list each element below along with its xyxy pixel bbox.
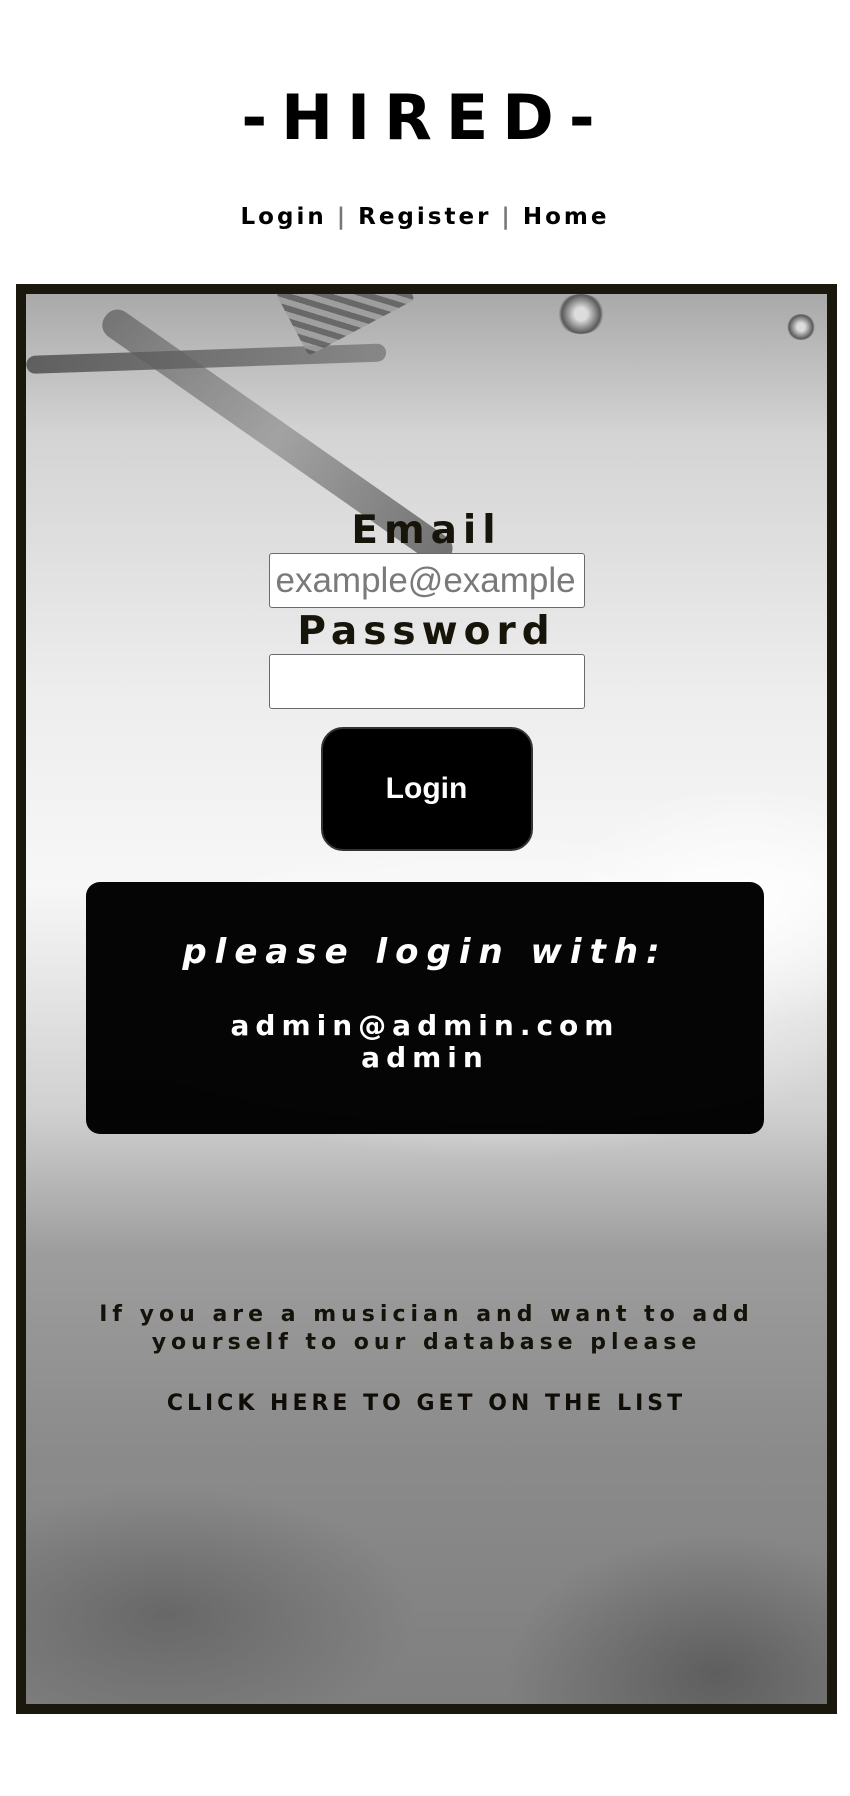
login-form: Email Password Login [26, 509, 827, 851]
password-label: Password [297, 609, 556, 654]
musician-invite-text: If you are a musician and want to add yo… [99, 1302, 754, 1355]
password-field[interactable] [268, 654, 585, 709]
email-field[interactable] [268, 553, 585, 608]
nav-home-link[interactable]: Home [523, 204, 610, 230]
credentials-hint-heading: please login with: [182, 932, 668, 972]
credentials-hint-email: admin@admin.com [230, 1009, 620, 1042]
background-light [556, 294, 606, 334]
nav-login-link[interactable]: Login [241, 204, 327, 230]
get-on-list-link[interactable]: CLICK HERE TO GET ON THE LIST [26, 1391, 827, 1416]
nav-separator: | [336, 204, 349, 230]
login-panel: Email Password Login please login with: … [16, 284, 837, 1714]
nav-register-link[interactable]: Register [358, 204, 491, 230]
nav-separator: | [501, 204, 513, 230]
credentials-hint-password: admin [361, 1041, 489, 1074]
login-button[interactable]: Login [320, 727, 533, 851]
top-nav: Login | Register | Home [0, 204, 850, 230]
site-logo: -HIRED- [241, 81, 609, 154]
credentials-hint-box: please login with: admin@admin.com admin [86, 882, 764, 1134]
email-label: Email [351, 508, 502, 553]
background-light [786, 314, 816, 340]
